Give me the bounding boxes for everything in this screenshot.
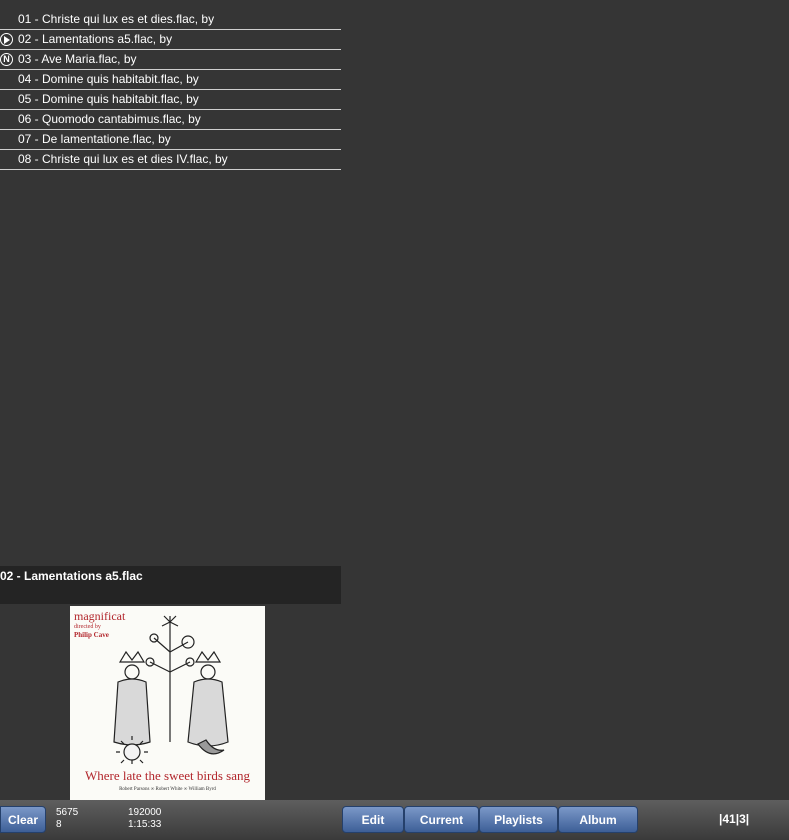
album-art-credits: Robert Parsons ∞ Robert White ∞ William …	[119, 787, 216, 792]
track-title: 01 - Christe qui lux es et dies.flac, by	[18, 12, 215, 26]
size-stat: 192000	[128, 807, 162, 818]
playlist-track[interactable]: 01 - Christe qui lux es et dies.flac, by	[0, 10, 341, 30]
playlist-track[interactable]: 06 - Quomodo cantabimus.flac, by	[0, 110, 341, 130]
play-icon	[0, 33, 13, 46]
playlist: 01 - Christe qui lux es et dies.flac, by…	[0, 10, 341, 170]
track-title: 04 - Domine quis habitabit.flac, by	[18, 72, 199, 86]
current-button[interactable]: Current	[404, 806, 479, 833]
track-title: 08 - Christe qui lux es et dies IV.flac,…	[18, 152, 228, 166]
now-playing-bar: 02 - Lamentations a5.flac	[0, 566, 341, 604]
album-art[interactable]: magnificat directed by Philip Cave Where…	[70, 606, 265, 801]
playlist-track[interactable]: 05 - Domine quis habitabit.flac, by	[0, 90, 341, 110]
now-playing-title: 02 - Lamentations a5.flac	[0, 569, 143, 583]
track-title: 06 - Quomodo cantabimus.flac, by	[18, 112, 201, 126]
track-count-stat: 5675	[56, 807, 79, 818]
next-icon: N	[0, 53, 13, 66]
playlist-track[interactable]: 07 - De lamentatione.flac, by	[0, 130, 341, 150]
playlist-track[interactable]: 08 - Christe qui lux es et dies IV.flac,…	[0, 150, 341, 170]
track-title: 07 - De lamentatione.flac, by	[18, 132, 171, 146]
clear-button[interactable]: Clear	[0, 806, 46, 833]
album-art-illustration	[113, 615, 229, 764]
album-art-panel: magnificat directed by Philip Cave Where…	[0, 604, 341, 801]
duration-stat: 1:15:33	[128, 819, 162, 830]
playlist-track[interactable]: 04 - Domine quis habitabit.flac, by	[0, 70, 341, 90]
playlist-count-stat: 8	[56, 819, 62, 830]
album-art-title: Where late the sweet birds sang	[85, 768, 250, 783]
album-button[interactable]: Album	[558, 806, 638, 833]
playlists-button[interactable]: Playlists	[479, 806, 558, 833]
track-title: 02 - Lamentations a5.flac, by	[18, 32, 173, 46]
track-title: 05 - Domine quis habitabit.flac, by	[18, 92, 199, 106]
pager[interactable]: |41|3|	[719, 812, 749, 826]
playlist-track-playing[interactable]: 02 - Lamentations a5.flac, by	[0, 30, 341, 50]
playlist-track-next[interactable]: N 03 - Ave Maria.flac, by	[0, 50, 341, 70]
edit-button[interactable]: Edit	[342, 806, 404, 833]
album-art-subtitle: directed by	[74, 624, 101, 630]
bottom-toolbar: Clear 5675 8 192000 1:15:33 Edit Current…	[0, 800, 789, 840]
track-title: 03 - Ave Maria.flac, by	[18, 52, 137, 66]
